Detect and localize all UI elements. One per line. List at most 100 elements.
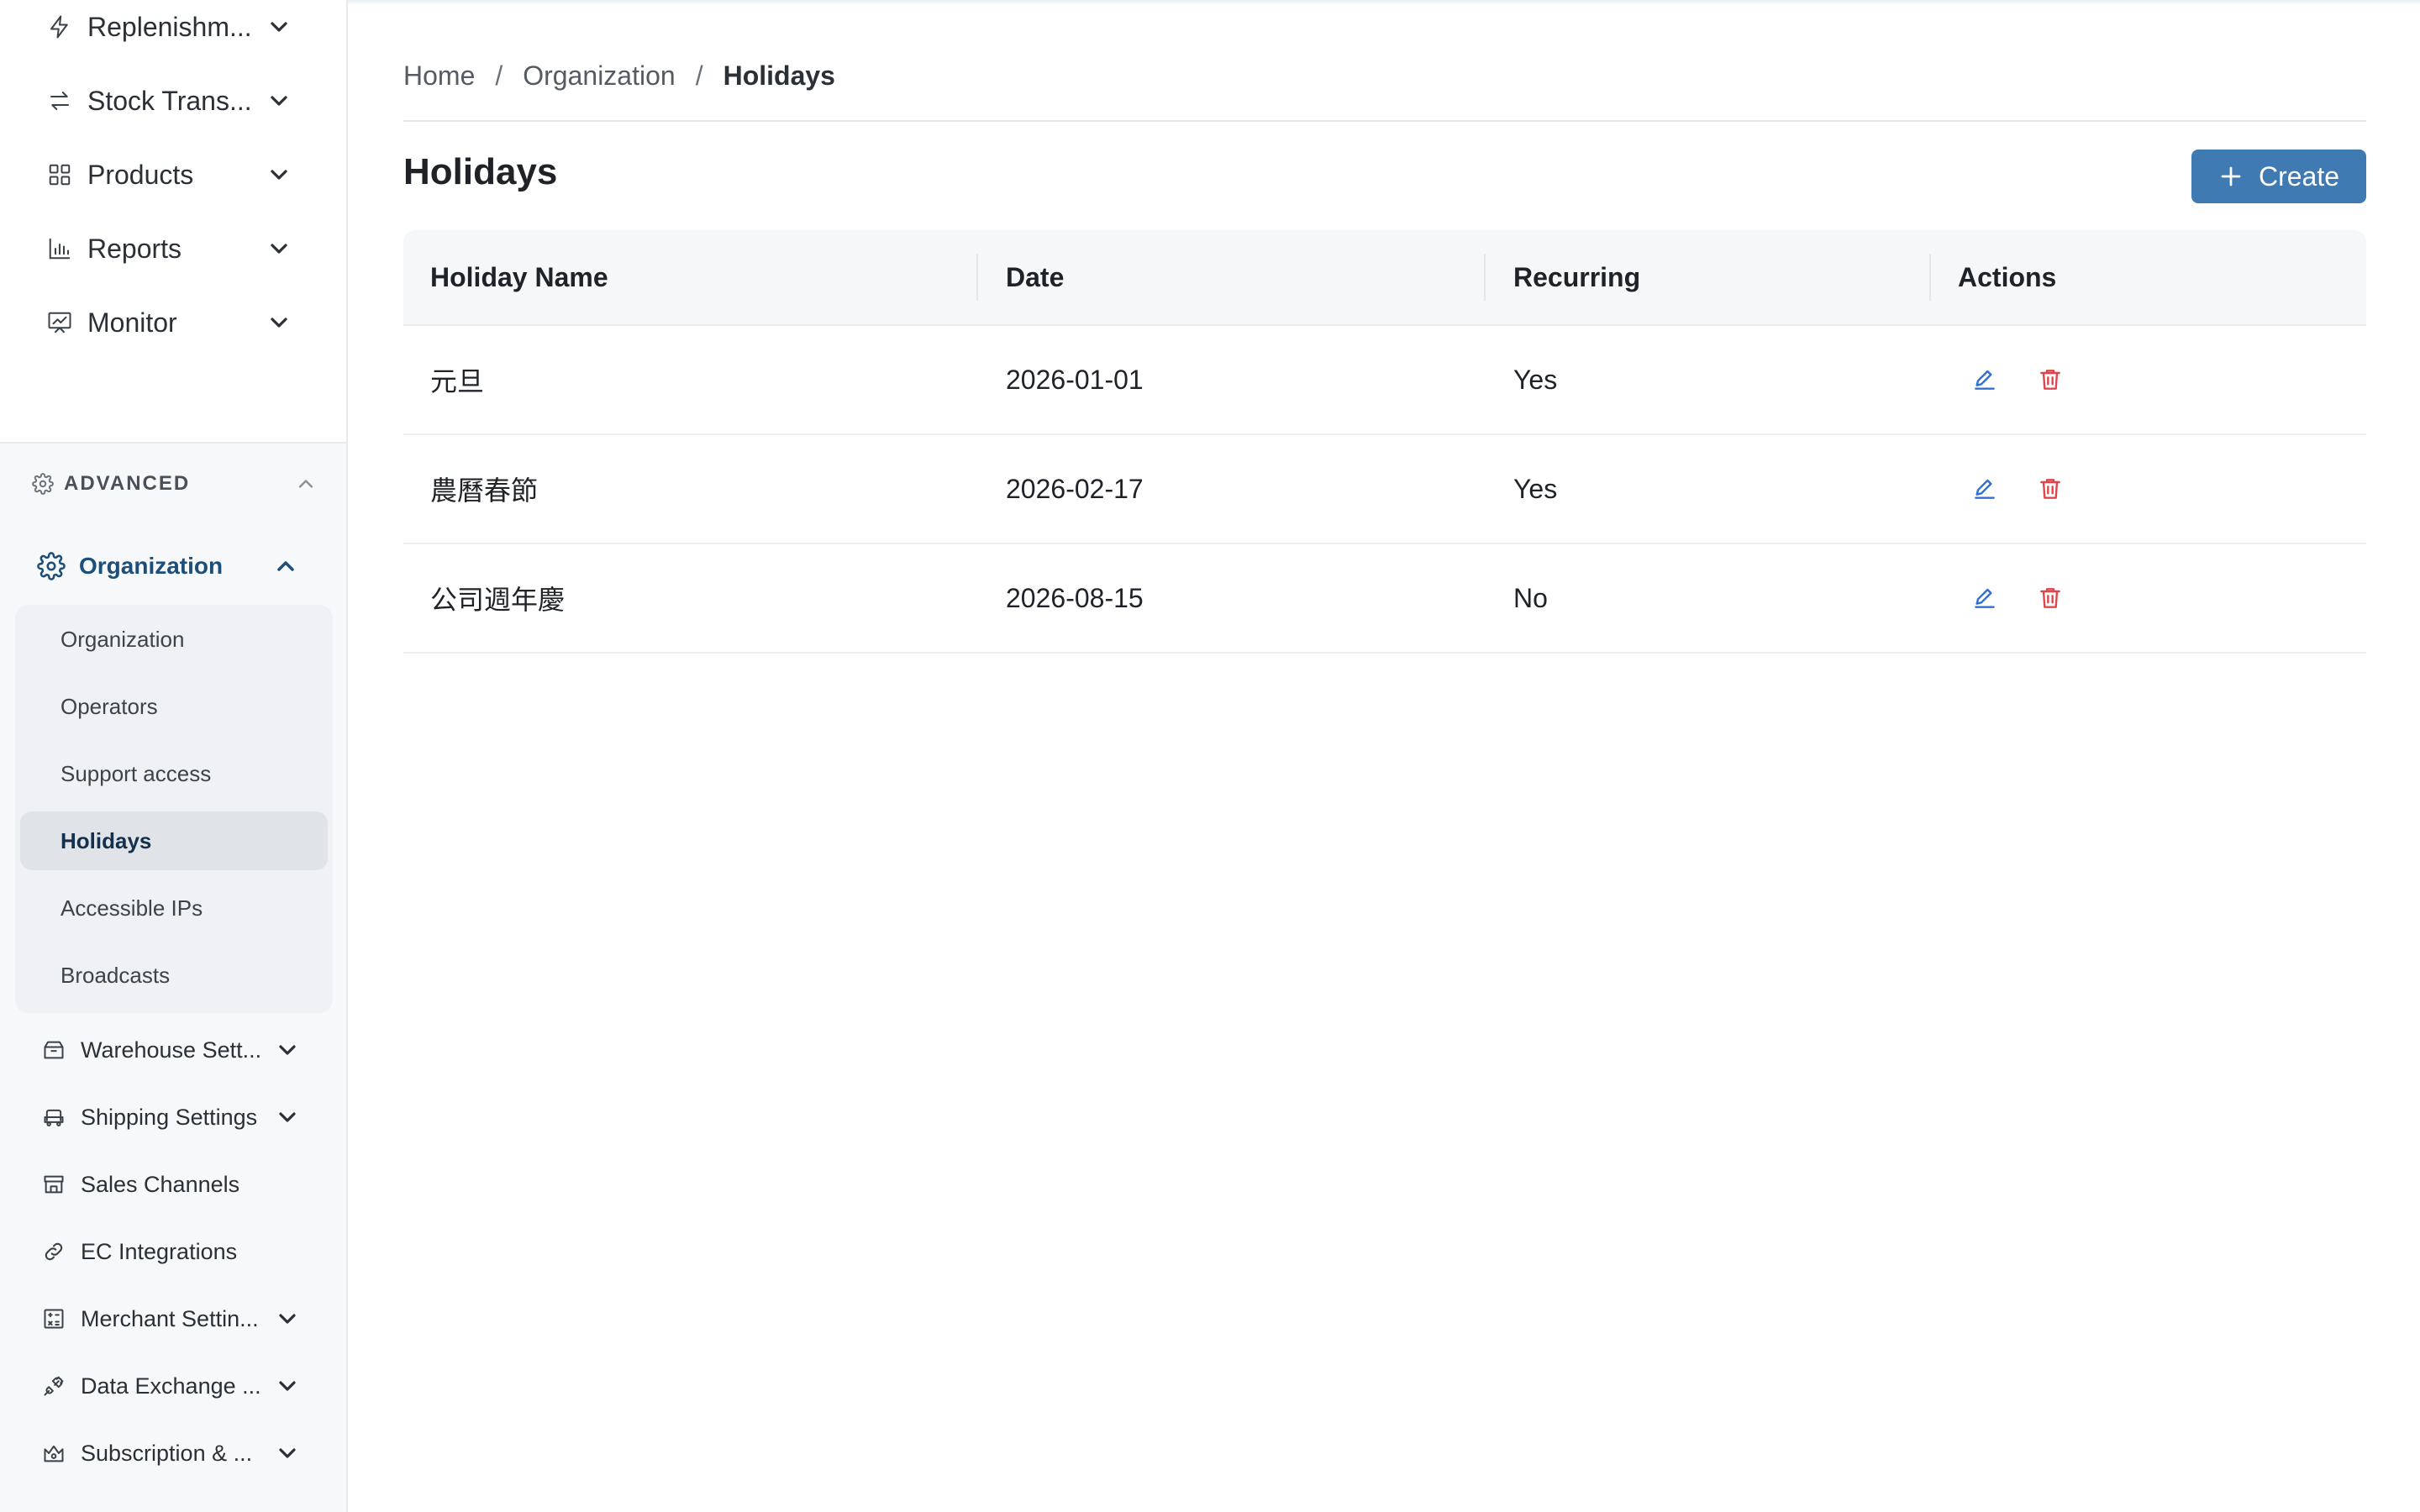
transfer-arrows-icon bbox=[45, 87, 74, 115]
plus-icon bbox=[2221, 166, 2241, 186]
holiday-name-cell: 公司週年慶 bbox=[430, 585, 566, 615]
recurring-cell: Yes bbox=[1513, 473, 1558, 504]
sidebar-item-merchant-settings[interactable]: Merchant Settin... bbox=[40, 1297, 309, 1341]
breadcrumb-organization[interactable]: Organization bbox=[523, 60, 675, 92]
monitor-chart-icon bbox=[45, 308, 74, 337]
column-divider bbox=[1484, 254, 1486, 301]
breadcrumb-separator: / bbox=[495, 60, 503, 91]
breadcrumb: Home / Organization / Holidays bbox=[403, 57, 835, 94]
table-header: Holiday Name Date Recurring Actions bbox=[403, 230, 2366, 326]
sidebar-item-label: Shipping Settings bbox=[81, 1104, 258, 1130]
delete-button[interactable] bbox=[2033, 581, 2067, 615]
sidebar-item-label: Stock Trans... bbox=[87, 85, 252, 116]
grid-icon bbox=[45, 160, 74, 189]
chevron-down-icon bbox=[279, 1314, 296, 1324]
advanced-section-label: ADVANCED bbox=[64, 472, 191, 495]
chevron-down-icon bbox=[271, 96, 287, 106]
sidebar-item-replenishment[interactable]: Replenishm... bbox=[45, 3, 306, 50]
chevron-down-icon bbox=[279, 1045, 296, 1055]
edit-button[interactable] bbox=[1968, 363, 2002, 396]
holidays-table: Holiday Name Date Recurring Actions 元旦 2… bbox=[403, 230, 2366, 654]
warehouse-icon bbox=[40, 1037, 67, 1063]
chevron-down-icon bbox=[271, 170, 287, 180]
column-divider bbox=[976, 254, 978, 301]
plug-icon bbox=[40, 1373, 67, 1399]
sidebar-item-label: EC Integrations bbox=[81, 1238, 238, 1264]
sidebar-item-subscription[interactable]: Subscription & ... bbox=[40, 1431, 309, 1475]
chevron-down-icon bbox=[271, 318, 287, 328]
sidebar-subitem-support-access[interactable]: Support access bbox=[20, 744, 328, 803]
sidebar-item-warehouse-settings[interactable]: Warehouse Sett... bbox=[40, 1028, 309, 1072]
sidebar-subitem-holidays[interactable]: Holidays bbox=[20, 811, 328, 870]
lightning-icon bbox=[45, 13, 74, 41]
column-header-holiday-name: Holiday Name bbox=[430, 261, 608, 292]
sidebar-item-label: Replenishm... bbox=[87, 11, 252, 42]
sidebar-item-label: Data Exchange ... bbox=[81, 1373, 261, 1399]
create-button-label: Create bbox=[2258, 160, 2340, 192]
trash-icon bbox=[2040, 479, 2060, 499]
breadcrumb-separator: / bbox=[695, 60, 703, 91]
crown-icon bbox=[40, 1440, 67, 1467]
column-divider bbox=[1929, 254, 1931, 301]
sidebar-item-reports[interactable]: Reports bbox=[45, 225, 306, 272]
edit-icon bbox=[1975, 588, 1995, 608]
calculator-icon bbox=[40, 1305, 67, 1332]
sidebar-item-label: Products bbox=[87, 159, 194, 190]
sidebar-item-ec-integrations[interactable]: EC Integrations bbox=[40, 1230, 309, 1273]
top-shadow bbox=[348, 0, 2420, 5]
holiday-name-cell: 元旦 bbox=[430, 366, 485, 396]
sidebar-subitem-accessible-ips[interactable]: Accessible IPs bbox=[20, 879, 328, 937]
column-header-recurring: Recurring bbox=[1513, 261, 1641, 292]
sidebar-item-label: Reports bbox=[87, 233, 182, 264]
page-title: Holidays bbox=[403, 151, 558, 192]
chevron-down-icon bbox=[279, 1448, 296, 1458]
edit-button[interactable] bbox=[1968, 472, 2002, 506]
sidebar-item-organization-group[interactable]: Organization bbox=[37, 544, 302, 588]
store-icon bbox=[40, 1171, 67, 1198]
truck-icon bbox=[40, 1104, 67, 1131]
date-cell: 2026-01-01 bbox=[1006, 364, 1144, 395]
sidebar-item-shipping-settings[interactable]: Shipping Settings bbox=[40, 1095, 309, 1139]
delete-button[interactable] bbox=[2033, 472, 2067, 506]
column-header-date: Date bbox=[1006, 261, 1065, 292]
table-row: 公司週年慶 2026-08-15 No bbox=[403, 544, 2366, 654]
sidebar: Replenishm... Stock Trans... Products Re… bbox=[0, 0, 348, 1512]
gear-icon bbox=[37, 552, 66, 580]
chevron-up-icon bbox=[298, 480, 313, 488]
sidebar-item-label: Sales Channels bbox=[81, 1171, 240, 1197]
chevron-down-icon bbox=[271, 22, 287, 32]
sidebar-subitem-organization[interactable]: Organization bbox=[20, 610, 328, 669]
advanced-section-header[interactable]: ADVANCED bbox=[32, 465, 318, 502]
sidebar-item-monitor[interactable]: Monitor bbox=[45, 299, 306, 346]
date-cell: 2026-08-15 bbox=[1006, 582, 1144, 613]
breadcrumb-current: Holidays bbox=[723, 60, 835, 91]
sidebar-item-label: Monitor bbox=[87, 307, 177, 338]
sidebar-item-products[interactable]: Products bbox=[45, 151, 306, 198]
sidebar-item-stock-transfer[interactable]: Stock Trans... bbox=[45, 77, 306, 124]
sidebar-item-data-exchange[interactable]: Data Exchange ... bbox=[40, 1364, 309, 1408]
trash-icon bbox=[2040, 588, 2060, 608]
holiday-name-cell: 農曆春節 bbox=[430, 475, 539, 506]
edit-button[interactable] bbox=[1968, 581, 2002, 615]
column-header-actions: Actions bbox=[1958, 261, 2057, 292]
chevron-down-icon bbox=[271, 244, 287, 254]
organization-submenu: Organization Operators Support access Ho… bbox=[15, 605, 333, 1013]
chevron-down-icon bbox=[279, 1112, 296, 1122]
breadcrumb-divider bbox=[403, 120, 2366, 122]
create-button[interactable]: Create bbox=[2191, 150, 2366, 203]
delete-button[interactable] bbox=[2033, 363, 2067, 396]
sidebar-item-label: Subscription & ... bbox=[81, 1440, 253, 1466]
sidebar-item-sales-channels[interactable]: Sales Channels bbox=[40, 1163, 309, 1206]
chevron-down-icon bbox=[279, 1381, 296, 1391]
breadcrumb-home[interactable]: Home bbox=[403, 60, 475, 92]
table-row: 農曆春節 2026-02-17 Yes bbox=[403, 435, 2366, 544]
recurring-cell: Yes bbox=[1513, 364, 1558, 395]
sidebar-subitem-operators[interactable]: Operators bbox=[20, 677, 328, 736]
edit-icon bbox=[1975, 370, 1995, 390]
sidebar-item-label: Merchant Settin... bbox=[81, 1305, 259, 1331]
chevron-up-icon bbox=[277, 561, 294, 571]
sidebar-item-label: Organization bbox=[79, 553, 224, 579]
sidebar-subitem-broadcasts[interactable]: Broadcasts bbox=[20, 946, 328, 1005]
table-row: 元旦 2026-01-01 Yes bbox=[403, 326, 2366, 435]
date-cell: 2026-02-17 bbox=[1006, 473, 1144, 504]
